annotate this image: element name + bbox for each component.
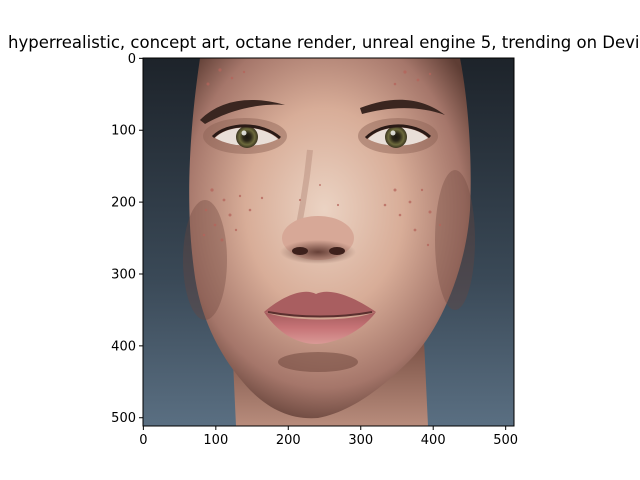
y-tick-label: 300 [111, 267, 136, 282]
y-tick-label: 400 [111, 339, 136, 354]
y-tick-label: 0 [128, 52, 136, 67]
x-tick-label: 500 [493, 433, 518, 448]
chin-shadow [278, 352, 358, 372]
face-image [143, 58, 514, 426]
x-tick-label: 300 [348, 433, 373, 448]
y-tick-label: 200 [111, 196, 136, 211]
y-axis: 0 100 200 300 400 500 [111, 52, 143, 426]
x-axis: 0 100 200 300 400 500 [139, 426, 518, 448]
figure: hyperrealistic, concept art, octane rend… [8, 33, 640, 448]
left-nostril [292, 247, 308, 255]
y-tick-label: 100 [111, 124, 136, 139]
x-tick-label: 0 [139, 433, 147, 448]
x-tick-label: 200 [276, 433, 301, 448]
right-nostril [329, 247, 345, 255]
x-tick-label: 400 [421, 433, 446, 448]
y-tick-label: 500 [111, 411, 136, 426]
left-cheek-shadow [183, 200, 227, 320]
x-tick-label: 100 [203, 433, 228, 448]
right-cheek-shadow [435, 170, 475, 310]
figure-title: hyperrealistic, concept art, octane rend… [8, 33, 640, 52]
